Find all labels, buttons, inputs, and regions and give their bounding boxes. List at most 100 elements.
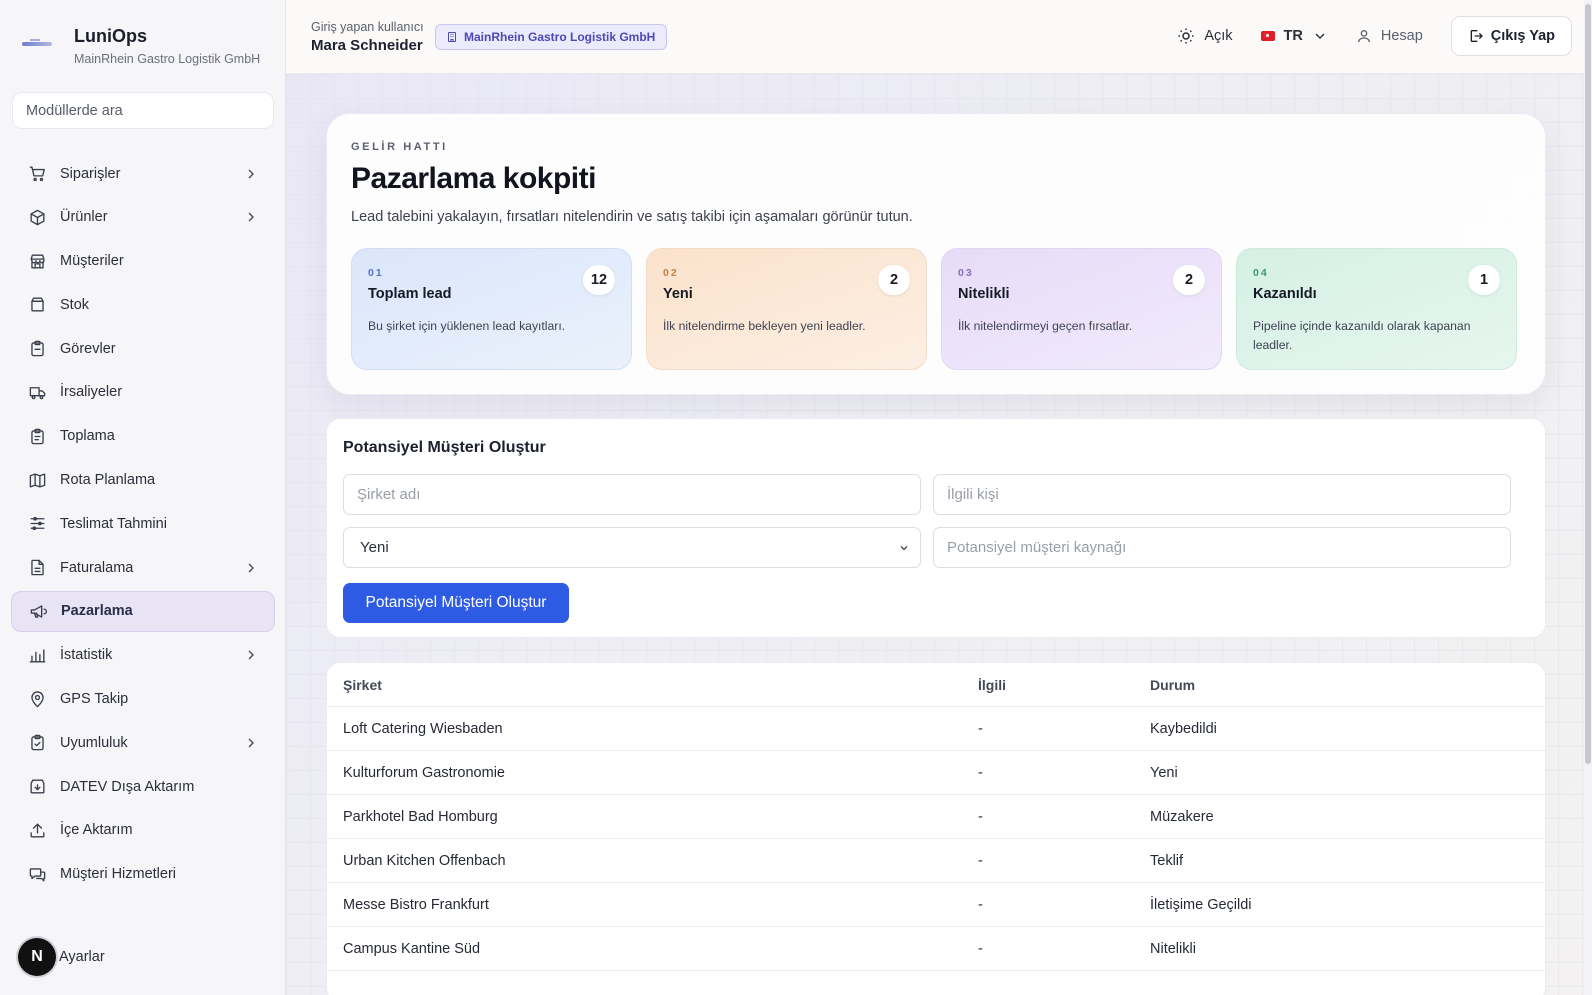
sidebar-nav: Siparişler Ürünler Müşteriler Stok Görevler İ… [11, 153, 275, 898]
kpi-card-won: 04 Kazanıldı Pipeline içinde kazanıldı o… [1236, 248, 1517, 370]
scrollbar-thumb[interactable] [1585, 4, 1591, 764]
user-caption: Giriş yapan kullanıcı [311, 20, 424, 34]
cell-contact: - [978, 940, 983, 957]
cell-contact: - [978, 852, 983, 869]
sidebar-item-gorevler[interactable]: Görevler [11, 328, 275, 369]
theme-toggle-button[interactable]: Açık [1177, 27, 1233, 45]
sidebar-item-teslimat-tahmini[interactable]: Teslimat Tahmini [11, 503, 275, 544]
table-row[interactable]: Loft Catering Wiesbaden - Kaybedildi [327, 707, 1545, 751]
kpi-count: 12 [583, 265, 615, 295]
sidebar-item-label: İstatistik [60, 647, 113, 664]
sidebar-item-siparisler[interactable]: Siparişler [11, 153, 275, 194]
module-search-input[interactable] [12, 92, 274, 129]
map-icon [27, 470, 47, 490]
archive-icon [27, 295, 47, 315]
download-icon [27, 777, 47, 797]
company-badge-label: MainRhein Gastro Logistik GmbH [464, 30, 656, 44]
kpi-card-total-leads: 01 Toplam lead Bu şirket için yüklenen l… [351, 248, 632, 370]
clipboard-icon [27, 339, 47, 359]
account-button[interactable]: Hesap [1356, 28, 1423, 44]
column-header-contact[interactable]: İlgili [978, 677, 1150, 693]
kpi-card-qualified: 03 Nitelikli İlk nitelendirmeyi geçen fı… [941, 248, 1222, 370]
settings-item[interactable]: N Ayarlar [18, 938, 105, 976]
sidebar-item-irsaliyeler[interactable]: İrsaliyeler [11, 372, 275, 413]
company-name-input[interactable] [343, 474, 921, 515]
chat-icon [27, 864, 47, 884]
chevron-right-icon[interactable] [243, 560, 259, 576]
page-title: Pazarlama kokpiti [351, 162, 596, 195]
sidebar-item-label: Görevler [60, 340, 116, 357]
sidebar-item-musteri-hizmetleri[interactable]: Müşteri Hizmetleri [11, 854, 275, 895]
page-scrollbar[interactable] [1584, 0, 1592, 995]
cell-company: Urban Kitchen Offenbach [343, 852, 506, 869]
kpi-title: Yeni [663, 286, 693, 302]
hero-eyebrow: GELİR HATTI [351, 141, 448, 153]
sidebar-item-label: Uyumluluk [60, 734, 128, 751]
sidebar-item-label: GPS Takip [60, 691, 129, 708]
table-row[interactable]: Parkhotel Bad Homburg - Müzakere [327, 795, 1545, 839]
sidebar-item-istatistik[interactable]: İstatistik [11, 635, 275, 676]
file-icon [27, 558, 47, 578]
turkey-flag-icon [1260, 31, 1275, 41]
chevron-right-icon[interactable] [243, 166, 259, 182]
column-header-company[interactable]: Şirket [327, 677, 978, 693]
cell-contact: - [978, 896, 983, 913]
brand-company: MainRhein Gastro Logistik GmbH [74, 52, 261, 66]
user-name: Mara Schneider [311, 37, 423, 54]
brand[interactable]: LuniOps MainRhein Gastro Logistik GmbH [20, 26, 260, 66]
settings-label: Ayarlar [59, 949, 105, 965]
chevron-down-icon [1315, 33, 1325, 39]
kpi-count: 1 [1468, 265, 1500, 295]
sidebar-item-rota-planlama[interactable]: Rota Planlama [11, 460, 275, 501]
sidebar-item-pazarlama[interactable]: Pazarlama [11, 590, 275, 632]
table-header: Şirket İlgili Durum [327, 663, 1545, 707]
sliders-icon [27, 514, 47, 534]
building-icon [448, 32, 456, 42]
cell-status: İletişime Geçildi [1150, 896, 1252, 913]
box-icon [27, 207, 47, 227]
sidebar-item-datev-disa-aktarim[interactable]: DATEV Dışa Aktarım [11, 766, 275, 807]
kpi-description: İlk nitelendirmeyi geçen fırsatlar. [958, 319, 1133, 333]
cell-contact: - [978, 764, 983, 781]
avatar[interactable]: N [18, 938, 56, 976]
bar-chart-icon [27, 645, 47, 665]
sidebar-item-label: Müşteri Hizmetleri [60, 866, 177, 883]
create-lead-button[interactable]: Potansiyel Müşteri Oluştur [343, 583, 569, 623]
sidebar-item-uyumluluk[interactable]: Uyumluluk [11, 722, 275, 763]
topbar: Giriş yapan kullanıcı Mara Schneider Mai… [286, 0, 1584, 74]
hero-card: GELİR HATTI Pazarlama kokpiti Lead taleb… [326, 113, 1546, 395]
chevron-down-icon [900, 545, 908, 550]
table-row[interactable]: Urban Kitchen Offenbach - Teklif [327, 839, 1545, 883]
sidebar-item-label: Rota Planlama [60, 472, 156, 489]
sidebar-item-ice-aktarim[interactable]: İçe Aktarım [11, 810, 275, 851]
account-label: Hesap [1380, 28, 1423, 44]
cell-contact: - [978, 808, 983, 825]
lead-source-input[interactable] [933, 527, 1511, 568]
kpi-row: 01 Toplam lead Bu şirket için yüklenen l… [351, 248, 1517, 370]
chevron-right-icon[interactable] [243, 209, 259, 225]
brand-name: LuniOps [74, 26, 147, 46]
contact-person-input[interactable] [933, 474, 1511, 515]
sidebar-item-label: Siparişler [60, 165, 121, 182]
column-header-status[interactable]: Durum [1150, 677, 1545, 693]
sidebar-item-urunler[interactable]: Ürünler [11, 197, 275, 238]
sidebar-item-musteriler[interactable]: Müşteriler [11, 241, 275, 282]
logout-button[interactable]: Çıkış Yap [1450, 16, 1572, 56]
cell-status: Müzakere [1150, 808, 1214, 825]
chevron-right-icon[interactable] [243, 647, 259, 663]
sidebar-item-gps-takip[interactable]: GPS Takip [11, 679, 275, 720]
map-pin-icon [27, 689, 47, 709]
kpi-number: 03 [958, 267, 974, 279]
table-row[interactable]: Kulturforum Gastronomie - Yeni [327, 751, 1545, 795]
chevron-right-icon[interactable] [243, 735, 259, 751]
sidebar-item-faturalama[interactable]: Faturalama [11, 547, 275, 588]
sidebar-item-stok[interactable]: Stok [11, 284, 275, 325]
sidebar-item-toplama[interactable]: Toplama [11, 416, 275, 457]
main-content: GELİR HATTI Pazarlama kokpiti Lead taleb… [286, 74, 1584, 995]
logout-label: Çıkış Yap [1490, 28, 1555, 44]
status-select[interactable]: Yeni [343, 527, 921, 568]
sidebar-item-label: Pazarlama [61, 603, 133, 620]
table-row[interactable]: Campus Kantine Süd - Nitelikli [327, 927, 1545, 971]
language-select[interactable]: TR [1260, 28, 1328, 44]
table-row[interactable]: Messe Bistro Frankfurt - İletişime Geçildi [327, 883, 1545, 927]
